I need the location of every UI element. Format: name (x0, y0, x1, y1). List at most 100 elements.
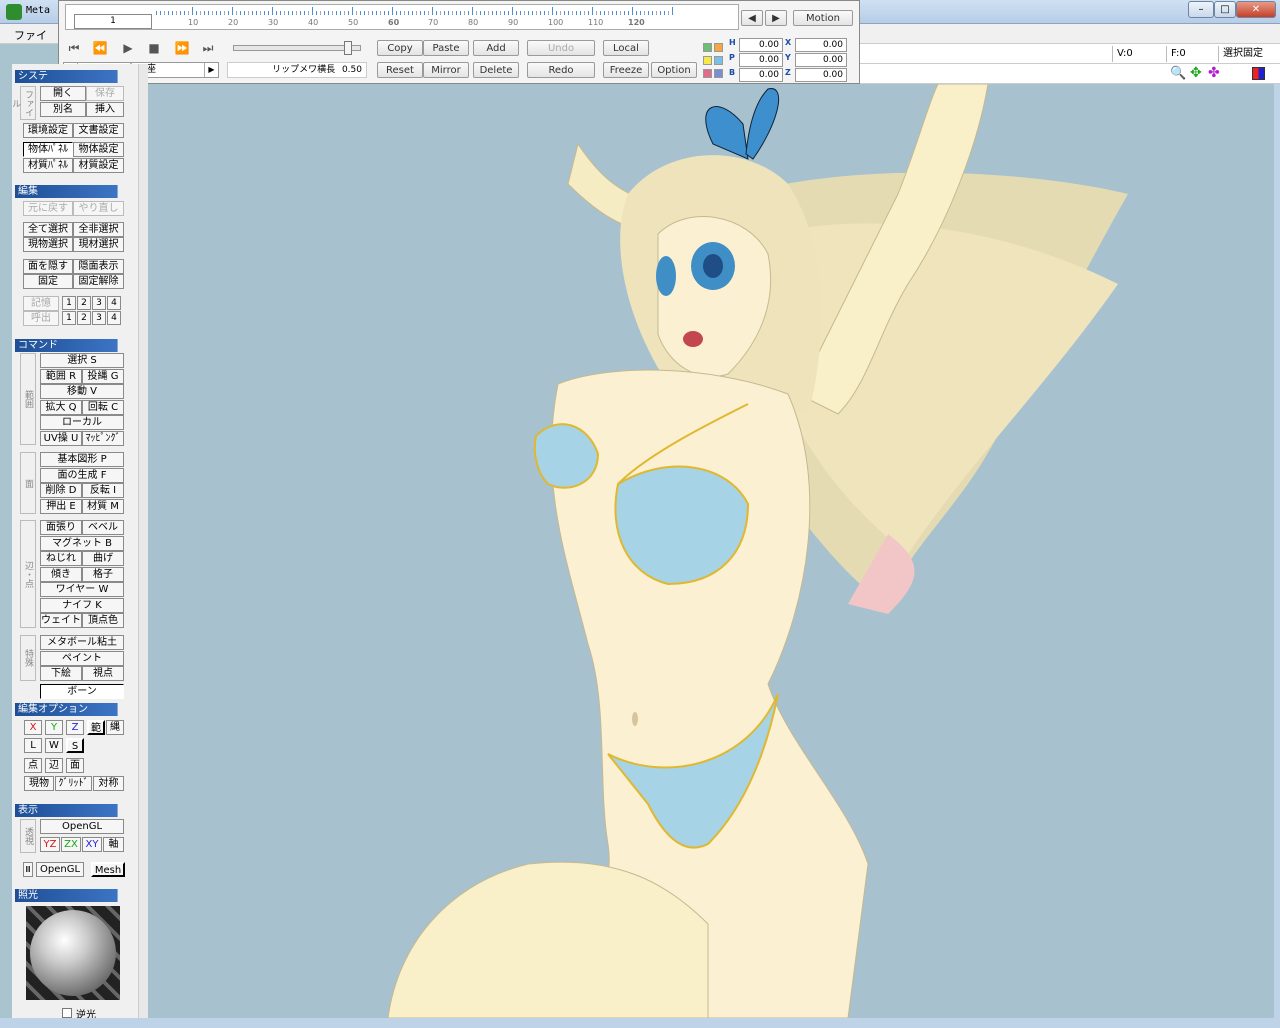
env-settings-button[interactable]: 環境設定 (23, 123, 73, 138)
timeline[interactable]: 1 10 20 30 40 50 60 70 80 90 100 110 120 (65, 4, 739, 30)
metaball-button[interactable]: メタボール粘土 (40, 635, 124, 650)
morph-slider-box[interactable]: リップメワ横長 0.50 (227, 62, 367, 78)
freeze-button[interactable]: Freeze (603, 62, 649, 78)
wire-button[interactable]: ワイヤー W (40, 582, 124, 597)
z-value[interactable]: 0.00 (795, 68, 847, 82)
object-panel-button[interactable]: 物体ﾊﾟﾈﾙ (23, 142, 73, 157)
b-value[interactable]: 0.00 (739, 68, 783, 82)
generate-face-button[interactable]: 面の生成 F (40, 468, 124, 483)
grid-toggle[interactable]: ｸﾞﾘｯﾄﾞ (55, 776, 92, 791)
select-current-material-button[interactable]: 現材選択 (73, 237, 124, 252)
face-stretch-button[interactable]: 面張り (40, 520, 82, 535)
recall-slot-2[interactable]: 2 (77, 311, 91, 325)
memory-slot-1[interactable]: 1 (62, 296, 76, 310)
menu-file[interactable]: ファイ (14, 27, 47, 43)
first-frame-icon[interactable]: ⏮ (63, 39, 85, 57)
motion-button[interactable]: Motion (793, 10, 853, 26)
tilt-button[interactable]: 傾き (40, 567, 82, 582)
pan-icon[interactable]: ✥ (1190, 65, 1202, 81)
panel-scrollbar[interactable] (138, 64, 148, 1024)
copy-button[interactable]: Copy (377, 40, 423, 56)
delete-tool-button[interactable]: 削除 D (40, 483, 82, 498)
recall-slot-1[interactable]: 1 (62, 311, 76, 325)
color-swatch-5[interactable] (703, 69, 712, 78)
color-swatch-1[interactable] (703, 43, 712, 52)
undo-button[interactable]: Undo (527, 40, 595, 56)
stop-icon[interactable]: ■ (143, 39, 165, 57)
recall-slot-3[interactable]: 3 (92, 311, 106, 325)
maximize-button[interactable]: □ (1214, 1, 1236, 18)
rotate-view-icon[interactable]: ✤ (1208, 65, 1220, 81)
h-value[interactable]: 0.00 (739, 38, 783, 52)
3d-viewport[interactable] (148, 84, 1280, 1018)
knife-button[interactable]: ナイフ K (40, 598, 124, 613)
local-tool-button[interactable]: ローカル (40, 415, 124, 430)
extrude-tool-button[interactable]: 押出 E (40, 499, 82, 514)
basic-shape-button[interactable]: 基本図形 P (40, 452, 124, 467)
weight-button[interactable]: ウェイト (40, 613, 82, 628)
opengl-toggle[interactable]: OpenGL (36, 862, 84, 877)
undo-edit-button[interactable]: 元に戻す (23, 201, 73, 216)
current-frame-box[interactable]: 1 (74, 14, 152, 29)
mesh-toggle[interactable]: Mesh (91, 862, 125, 877)
prev-key-button[interactable]: ◀ (741, 10, 763, 26)
paint-button[interactable]: ペイント (40, 651, 124, 666)
invert-tool-button[interactable]: 反転 I (82, 483, 124, 498)
rope-toggle[interactable]: 縄 (106, 720, 124, 735)
axis-view-button[interactable]: 軸 (103, 837, 124, 852)
view-xy-button[interactable]: XY (82, 837, 102, 852)
save-button[interactable]: 保存 (86, 86, 124, 101)
p-value[interactable]: 0.00 (739, 53, 783, 67)
color-swatch-3[interactable] (703, 56, 712, 65)
insert-button[interactable]: 挿入 (86, 102, 124, 117)
axis-z-toggle[interactable]: Z (66, 720, 84, 735)
deselect-all-button[interactable]: 全非選択 (73, 222, 124, 237)
mirror-button[interactable]: Mirror (423, 62, 469, 78)
paste-button[interactable]: Paste (423, 40, 469, 56)
lattice-button[interactable]: 格子 (82, 567, 124, 582)
axis-x-toggle[interactable]: X (24, 720, 42, 735)
recall-slot-4[interactable]: 4 (107, 311, 121, 325)
mapping-tool-button[interactable]: ﾏｯﾋﾟﾝｸﾞ (82, 431, 124, 446)
fast-forward-icon[interactable]: ⏩ (171, 39, 193, 57)
doc-settings-button[interactable]: 文書設定 (73, 123, 124, 138)
select-tool-button[interactable]: 選択 S (40, 353, 124, 368)
close-button[interactable]: ✕ (1236, 1, 1276, 18)
backlight-checkbox[interactable] (62, 1008, 72, 1018)
bone-button[interactable]: ボーン (40, 684, 124, 699)
select-current-object-button[interactable]: 現物選択 (23, 237, 73, 252)
reset-button[interactable]: Reset (377, 62, 423, 78)
opengl-view-button[interactable]: OpenGL (40, 819, 124, 834)
hide-faces-button[interactable]: 面を隠す (23, 259, 73, 274)
axis-y-toggle[interactable]: Y (45, 720, 63, 735)
play-icon[interactable]: ▶ (117, 39, 139, 57)
rotate-tool-button[interactable]: 回転 C (82, 400, 124, 415)
zoom-icon[interactable]: 🔍 (1170, 66, 1186, 81)
fix-button[interactable]: 固定 (23, 274, 73, 289)
add-button[interactable]: Add (473, 40, 519, 56)
local-button[interactable]: Local (603, 40, 649, 56)
move-tool-button[interactable]: 移動 V (40, 384, 124, 399)
show-hidden-button[interactable]: 隠面表示 (73, 259, 124, 274)
view-zx-button[interactable]: ZX (61, 837, 81, 852)
palette-icon[interactable] (1252, 67, 1265, 80)
face-toggle[interactable]: 面 (66, 758, 84, 773)
lasso-tool-button[interactable]: 投縄 G (82, 369, 124, 384)
range-toggle[interactable]: 範 (87, 720, 105, 735)
underlay-button[interactable]: 下絵 (40, 666, 82, 681)
vertex-color-button[interactable]: 頂点色 (82, 613, 124, 628)
twist-button[interactable]: ねじれ (40, 551, 82, 566)
current-object-toggle[interactable]: 現物 (24, 776, 54, 791)
local-l-toggle[interactable]: L (24, 738, 42, 753)
bevel-button[interactable]: ベベル (82, 520, 124, 535)
rewind-icon[interactable]: ⏪ (89, 39, 111, 57)
next-key-button[interactable]: ▶ (765, 10, 787, 26)
scale-tool-button[interactable]: 拡大 Q (40, 400, 82, 415)
option-button[interactable]: Option (651, 62, 697, 78)
range-tool-button[interactable]: 範囲 R (40, 369, 82, 384)
color-swatch-6[interactable] (714, 69, 723, 78)
redo-button[interactable]: Redo (527, 62, 595, 78)
object-settings-button[interactable]: 物体設定 (73, 142, 124, 157)
speed-slider[interactable] (233, 45, 361, 51)
save-as-button[interactable]: 別名 (40, 102, 86, 117)
